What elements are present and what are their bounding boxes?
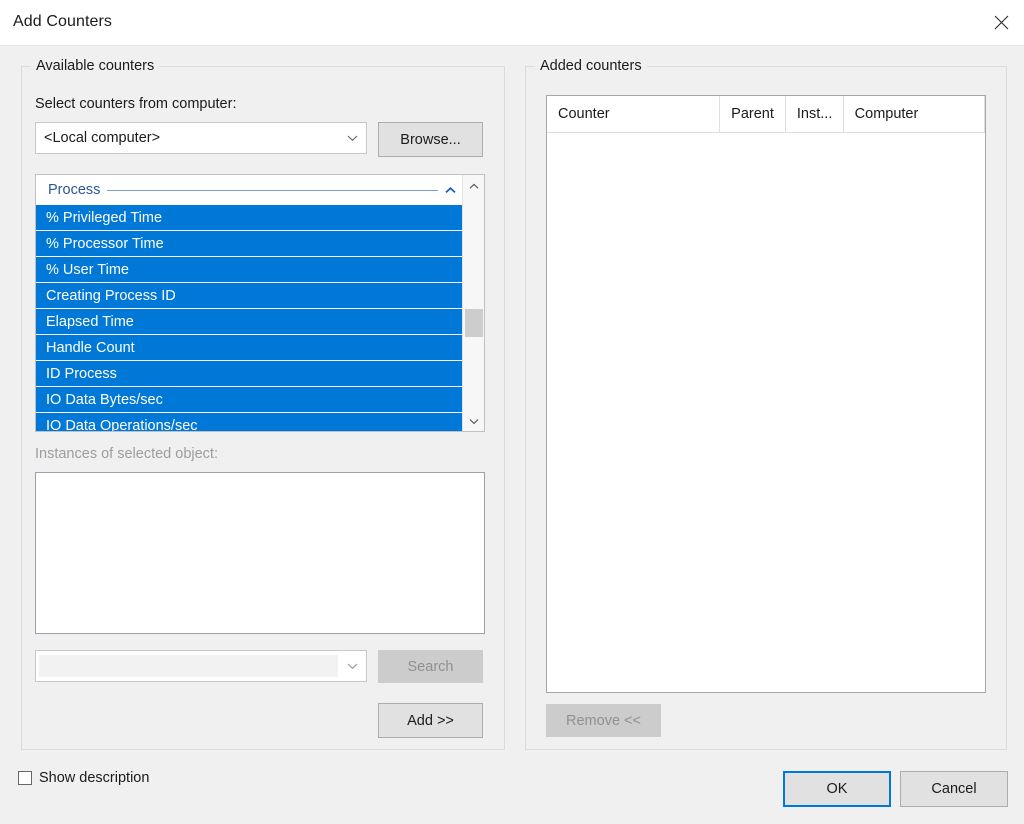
cancel-button[interactable]: Cancel [900, 771, 1008, 807]
select-computer-label: Select counters from computer: [35, 96, 237, 112]
checkbox-box [18, 771, 32, 785]
counter-list-item[interactable]: Handle Count [36, 335, 462, 360]
chevron-down-icon [338, 662, 366, 670]
scrollbar-thumb[interactable] [465, 309, 483, 337]
added-counters-body[interactable] [547, 133, 985, 692]
category-rule [107, 189, 438, 191]
add-button[interactable]: Add >> [378, 703, 483, 738]
counter-category-process[interactable]: Process [36, 175, 462, 205]
computer-select[interactable]: <Local computer> [35, 122, 367, 154]
chevron-up-icon [469, 178, 479, 194]
computer-select-value: <Local computer> [44, 130, 161, 146]
scrollbar-down-button[interactable] [463, 410, 484, 431]
chevron-down-icon [469, 413, 479, 429]
column-header-counter[interactable]: Counter [547, 96, 721, 132]
instances-label: Instances of selected object: [35, 446, 218, 462]
counter-items-viewport: Process % Privileged Time% Processor Tim… [36, 175, 462, 431]
column-header-parent[interactable]: Parent [720, 96, 786, 132]
counter-category-label: Process [48, 182, 101, 198]
counter-list-item[interactable]: ID Process [36, 361, 462, 386]
counter-list-item[interactable]: IO Data Operations/sec [36, 413, 462, 431]
ok-button[interactable]: OK [783, 771, 891, 807]
scrollbar-up-button[interactable] [463, 175, 484, 196]
browse-button[interactable]: Browse... [378, 122, 483, 157]
available-counters-legend: Available counters [31, 58, 160, 74]
chevron-up-icon[interactable] [438, 186, 462, 194]
window-title: Add Counters [13, 13, 113, 30]
search-input[interactable] [39, 655, 338, 677]
instances-list[interactable] [35, 472, 485, 634]
counter-list-item[interactable]: % Privileged Time [36, 205, 462, 230]
show-description-label: Show description [39, 770, 150, 786]
counter-list-item[interactable]: Elapsed Time [36, 309, 462, 334]
counter-row-container: % Privileged Time% Processor Time% User … [36, 205, 462, 431]
show-description-checkbox[interactable]: Show description [18, 770, 149, 786]
added-counters-list[interactable]: Counter Parent Inst... Computer [546, 95, 986, 693]
title-bar: Add Counters [0, 0, 1024, 46]
column-header-computer[interactable]: Computer [844, 96, 985, 132]
search-combo[interactable] [35, 650, 367, 682]
column-header-inst[interactable]: Inst... [786, 96, 844, 132]
available-counters-list[interactable]: Process % Privileged Time% Processor Tim… [35, 174, 485, 432]
added-counters-legend: Added counters [535, 58, 647, 74]
counter-list-item[interactable]: Creating Process ID [36, 283, 462, 308]
counter-list-scrollbar[interactable] [462, 175, 484, 431]
remove-button: Remove << [546, 704, 661, 737]
counter-list-item[interactable]: IO Data Bytes/sec [36, 387, 462, 412]
counter-list-item[interactable]: % User Time [36, 257, 462, 282]
search-button: Search [378, 650, 483, 683]
close-icon [994, 15, 1009, 30]
counter-list-item[interactable]: % Processor Time [36, 231, 462, 256]
close-button[interactable] [978, 0, 1024, 45]
added-counters-header: Counter Parent Inst... Computer [547, 96, 985, 133]
chevron-down-icon [338, 134, 366, 142]
